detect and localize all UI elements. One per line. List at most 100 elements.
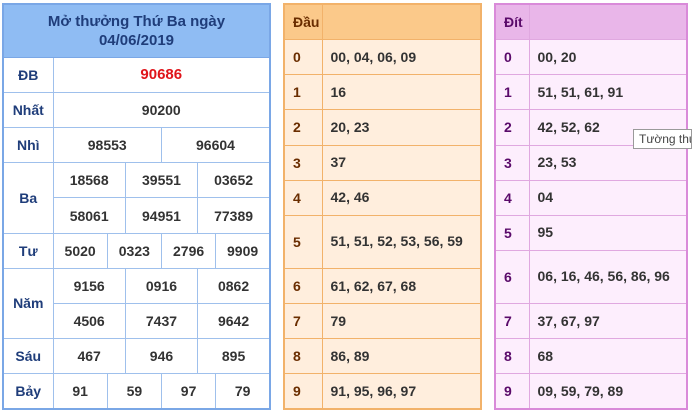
dit-values: 00, 20 bbox=[528, 39, 688, 76]
results-title: Mở thưởng Thứ Ba ngày bbox=[47, 12, 226, 30]
dau-key: 2 bbox=[283, 109, 323, 146]
prize-value: 0862 bbox=[197, 267, 271, 304]
dit-row: 6 06, 16, 46, 56, 86, 96 bbox=[494, 249, 688, 305]
prize-value: 91 bbox=[52, 373, 108, 410]
dit-row: 5 95 bbox=[494, 214, 688, 251]
dit-key: 7 bbox=[494, 303, 530, 340]
prize-value: 90686 bbox=[52, 56, 271, 93]
prize-value: 946 bbox=[124, 338, 199, 375]
dit-row: 3 23, 53 bbox=[494, 144, 688, 181]
dit-key: 6 bbox=[494, 249, 530, 305]
prize-label-tu: Tư bbox=[2, 232, 54, 269]
prize-value: 0916 bbox=[124, 267, 199, 304]
prize-value: 2796 bbox=[160, 232, 217, 269]
dau-values: 91, 95, 96, 97 bbox=[321, 373, 482, 410]
prize-label-nhi: Nhì bbox=[2, 127, 54, 164]
dit-header: Đít bbox=[494, 3, 530, 41]
prize-value: 79 bbox=[215, 373, 271, 410]
dit-row: 9 09, 59, 79, 89 bbox=[494, 373, 688, 410]
dit-key: 0 bbox=[494, 39, 530, 76]
prize-row-nhat: Nhất 90200 bbox=[2, 91, 271, 129]
dau-header-blank bbox=[321, 3, 482, 41]
dit-key: 3 bbox=[494, 144, 530, 181]
prize-label-db: ĐB bbox=[2, 56, 54, 93]
dau-row: 7 79 bbox=[283, 303, 482, 340]
prize-label-nhat: Nhất bbox=[2, 91, 54, 129]
dit-row: 4 04 bbox=[494, 179, 688, 216]
prize-value: 9909 bbox=[215, 232, 271, 269]
dit-header-row: Đít bbox=[494, 3, 688, 41]
prize-value: 0323 bbox=[106, 232, 162, 269]
dit-values: 09, 59, 79, 89 bbox=[528, 373, 688, 410]
dau-values: 20, 23 bbox=[321, 109, 482, 146]
dau-row: 5 51, 51, 52, 53, 56, 59 bbox=[283, 214, 482, 269]
dit-key: 2 bbox=[494, 109, 530, 146]
prize-value: 895 bbox=[197, 338, 271, 375]
dit-key: 4 bbox=[494, 179, 530, 216]
dau-key: 8 bbox=[283, 338, 323, 375]
prize-value: 7437 bbox=[124, 302, 199, 340]
dau-row: 3 37 bbox=[283, 144, 482, 181]
prize-value: 39551 bbox=[124, 162, 199, 199]
dit-header-blank bbox=[528, 3, 688, 41]
dau-key: 9 bbox=[283, 373, 323, 410]
prize-row-tu: Tư 5020 0323 2796 9909 bbox=[2, 232, 271, 269]
dit-row: 7 37, 67, 97 bbox=[494, 303, 688, 340]
dit-values: 06, 16, 46, 56, 86, 96 bbox=[528, 249, 688, 305]
dau-key: 1 bbox=[283, 74, 323, 111]
results-table: Mở thưởng Thứ Ba ngày 04/06/2019 ĐB 9068… bbox=[2, 3, 271, 410]
prize-value: 94951 bbox=[124, 197, 199, 234]
dau-key: 7 bbox=[283, 303, 323, 340]
prize-value: 98553 bbox=[52, 127, 162, 164]
dau-row: 2 20, 23 bbox=[283, 109, 482, 146]
dau-header-row: Đầu bbox=[283, 3, 482, 41]
prize-value: 467 bbox=[52, 338, 126, 375]
dit-row: 0 00, 20 bbox=[494, 39, 688, 76]
dit-row: 8 68 bbox=[494, 338, 688, 375]
prize-value: 03652 bbox=[197, 162, 271, 199]
dau-row: 0 00, 04, 06, 09 bbox=[283, 39, 482, 76]
prize-row-ba: Ba 18568 39551 03652 bbox=[2, 162, 271, 234]
dau-key: 6 bbox=[283, 267, 323, 305]
dit-values: 04 bbox=[528, 179, 688, 216]
dit-values: 37, 67, 97 bbox=[528, 303, 688, 340]
results-date: 04/06/2019 bbox=[98, 31, 175, 49]
dit-values: 68 bbox=[528, 338, 688, 375]
dau-key: 3 bbox=[283, 144, 323, 181]
dau-table: Đầu 0 00, 04, 06, 09 1 16 2 20, 23 3 37 4 42,… bbox=[283, 3, 482, 410]
prize-row-bay: Bảy 91 59 97 79 bbox=[2, 373, 271, 410]
prize-row-nam: Năm 9156 0916 0862 bbox=[2, 267, 271, 340]
dit-values: 23, 53 bbox=[528, 144, 688, 181]
dau-values: 79 bbox=[321, 303, 482, 340]
dau-values: 42, 46 bbox=[321, 179, 482, 216]
prize-value: 97 bbox=[160, 373, 217, 410]
dau-values: 51, 51, 52, 53, 56, 59 bbox=[321, 214, 482, 269]
dau-row: 4 42, 46 bbox=[283, 179, 482, 216]
dau-key: 5 bbox=[283, 214, 323, 269]
dau-values: 16 bbox=[321, 74, 482, 111]
prize-value: 96604 bbox=[160, 127, 271, 164]
dau-values: 61, 62, 67, 68 bbox=[321, 267, 482, 305]
dit-key: 1 bbox=[494, 74, 530, 111]
tooltip: Tường thu bbox=[633, 129, 692, 149]
prize-value: 9642 bbox=[197, 302, 271, 340]
prize-value: 4506 bbox=[52, 302, 126, 340]
prize-value: 77389 bbox=[197, 197, 271, 234]
dit-values: 51, 51, 61, 91 bbox=[528, 74, 688, 111]
dit-table: Đít 0 00, 20 1 51, 51, 61, 91 2 42, 52, 62 … bbox=[494, 3, 688, 410]
results-header: Mở thưởng Thứ Ba ngày 04/06/2019 bbox=[2, 3, 271, 58]
dau-values: 00, 04, 06, 09 bbox=[321, 39, 482, 76]
dit-key: 9 bbox=[494, 373, 530, 410]
dau-values: 86, 89 bbox=[321, 338, 482, 375]
prize-label-sau: Sáu bbox=[2, 338, 54, 375]
prize-row-sau: Sáu 467 946 895 bbox=[2, 338, 271, 375]
prize-label-bay: Bảy bbox=[2, 373, 54, 410]
dau-key: 4 bbox=[283, 179, 323, 216]
dau-row: 8 86, 89 bbox=[283, 338, 482, 375]
dau-key: 0 bbox=[283, 39, 323, 76]
prize-row-nhi: Nhì 98553 96604 bbox=[2, 127, 271, 164]
dau-row: 1 16 bbox=[283, 74, 482, 111]
prize-label-ba: Ba bbox=[2, 162, 54, 234]
dit-row: 1 51, 51, 61, 91 bbox=[494, 74, 688, 111]
prize-value: 5020 bbox=[52, 232, 108, 269]
